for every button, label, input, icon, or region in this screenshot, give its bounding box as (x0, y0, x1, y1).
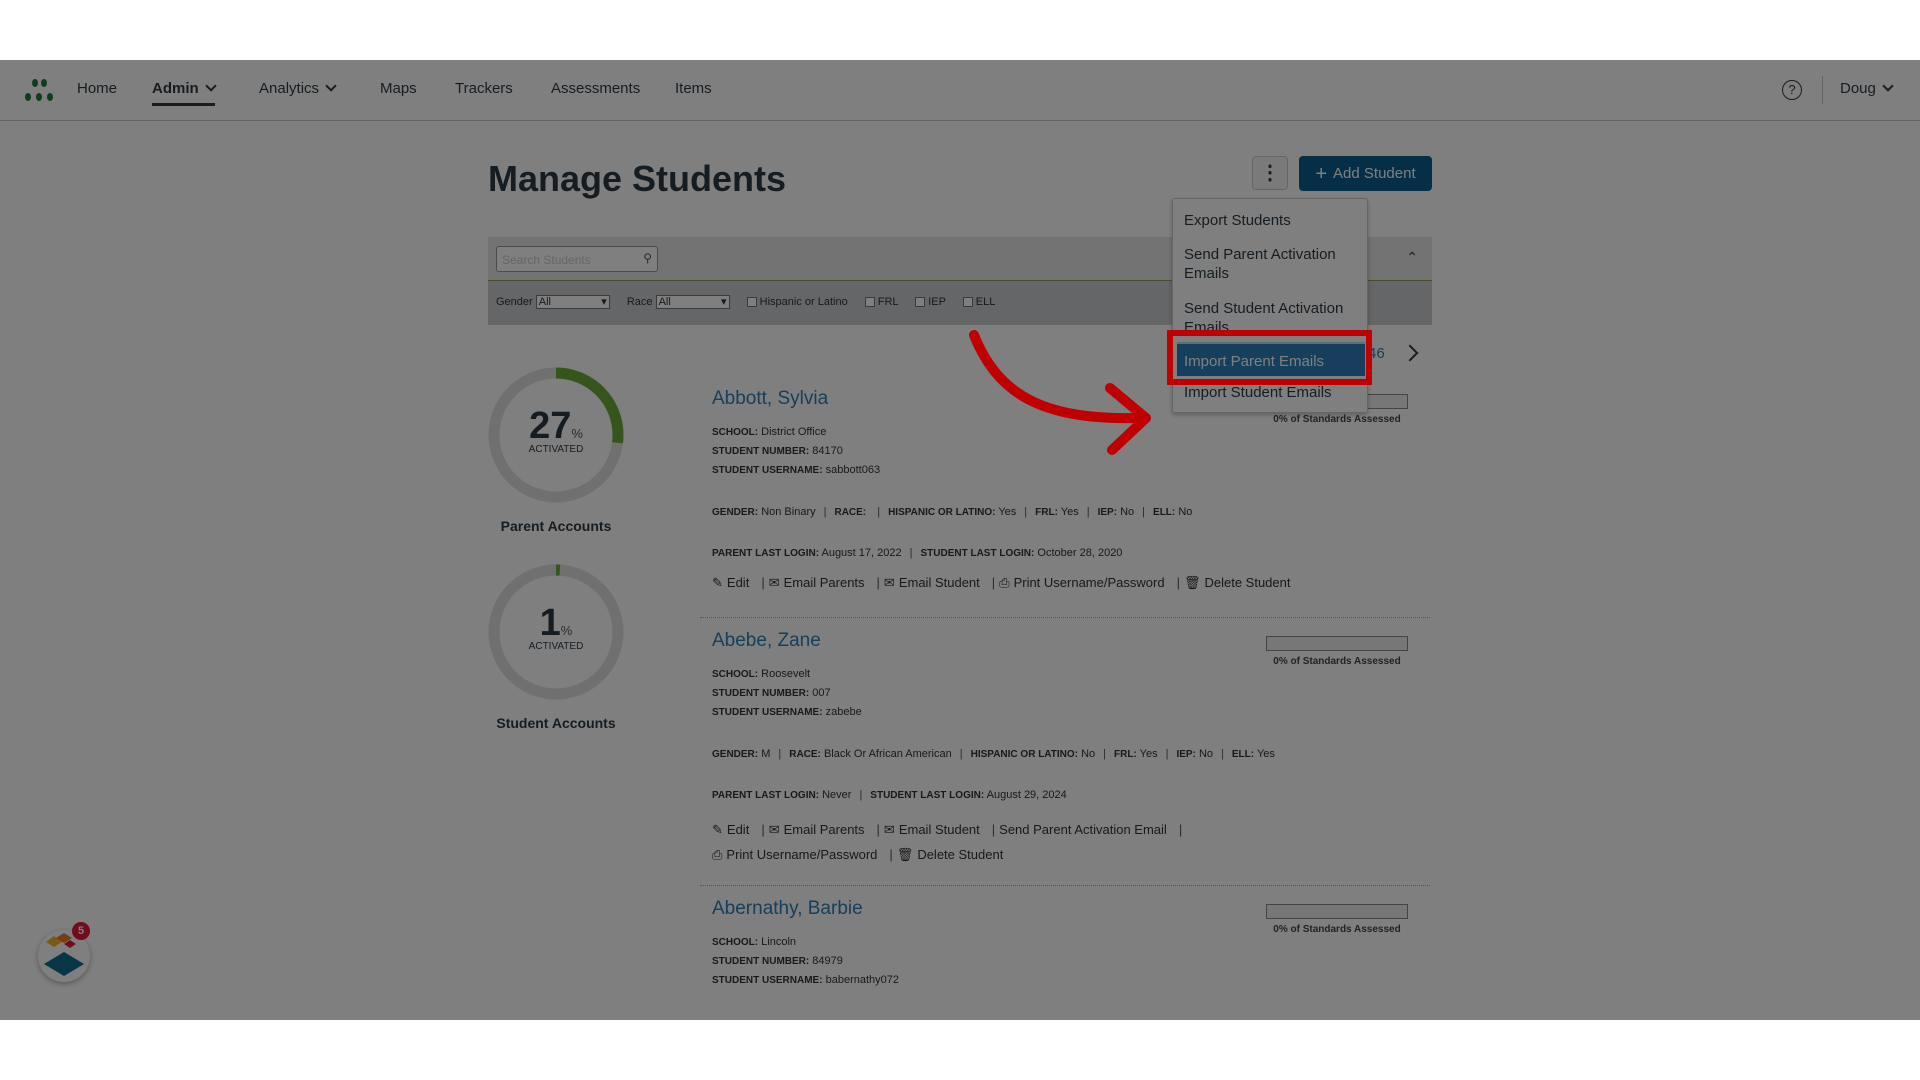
dim-overlay (0, 60, 1920, 1020)
app: Home Admin Analytics Maps Trackers Asses… (0, 60, 1920, 1020)
annotation-arrow-icon (969, 330, 1151, 455)
highlight-box (1167, 330, 1372, 385)
